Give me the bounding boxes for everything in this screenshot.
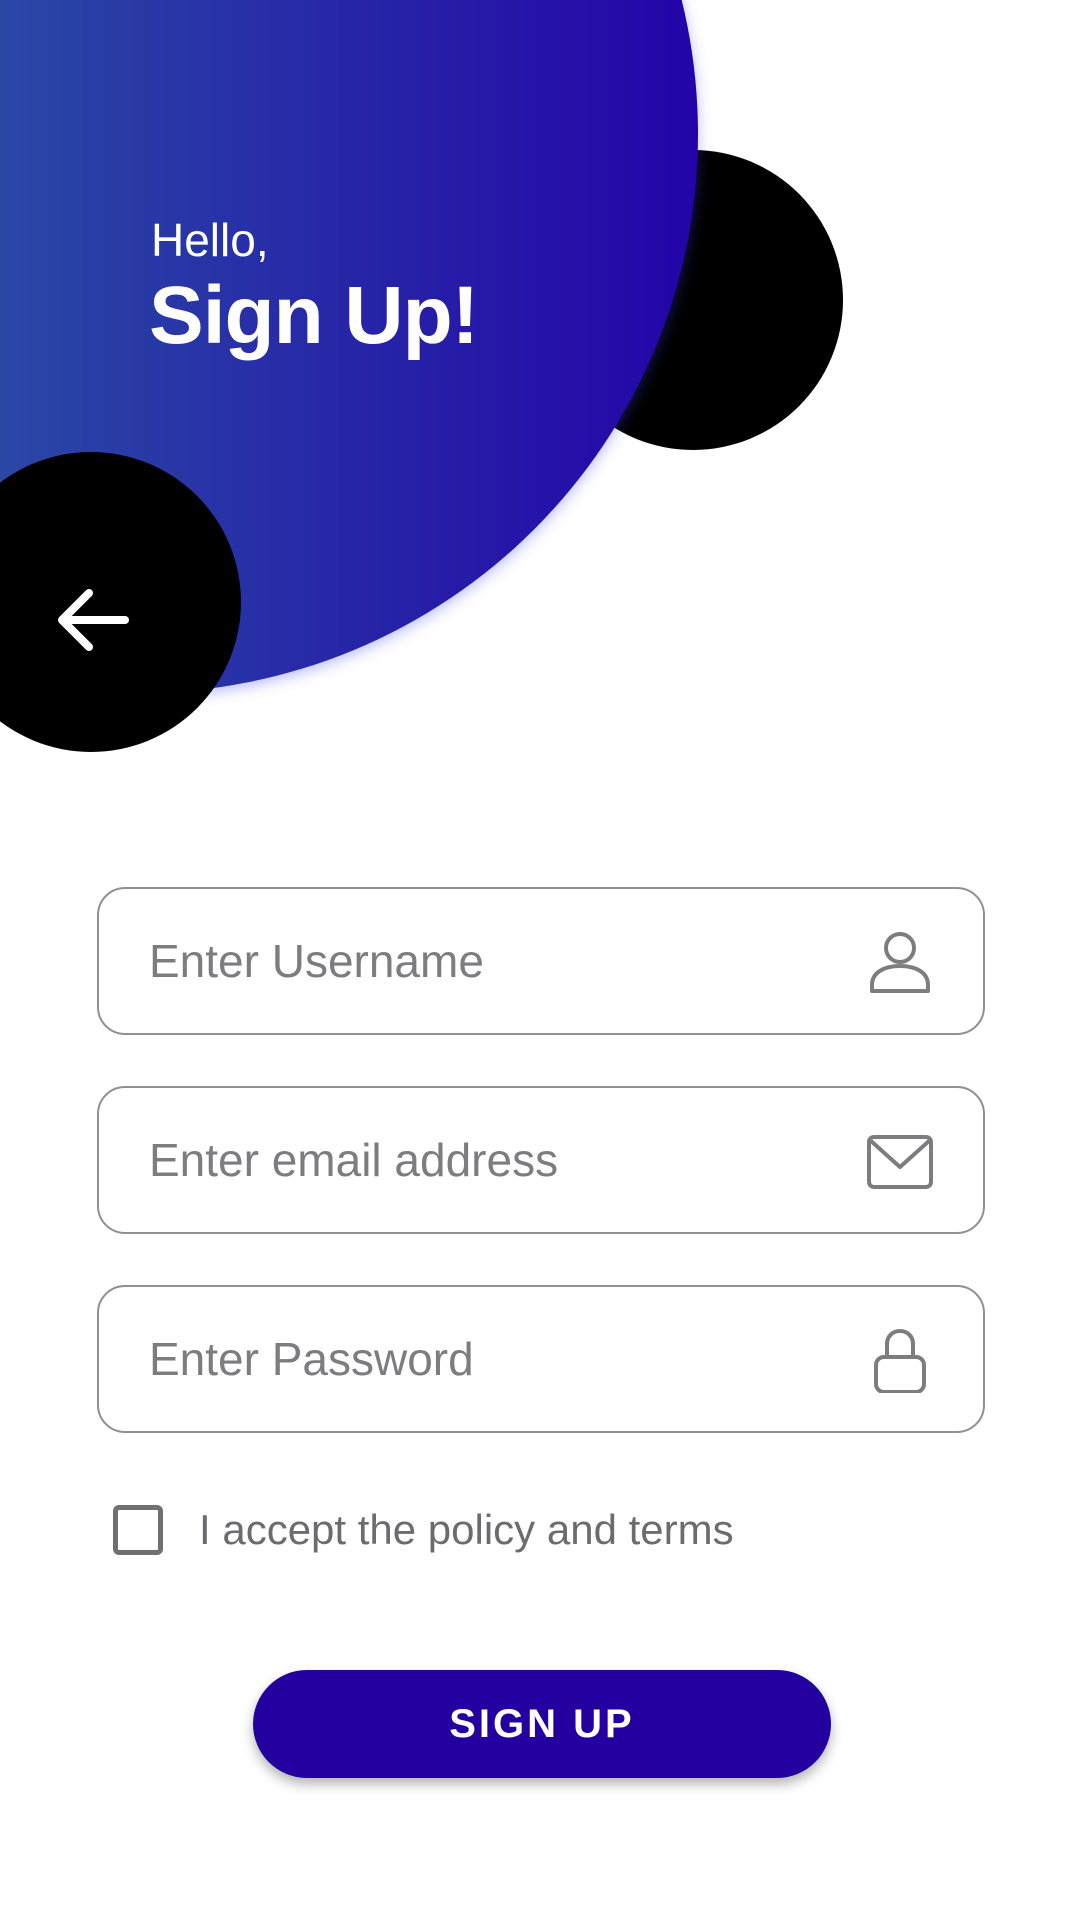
mail-icon: [867, 1135, 933, 1189]
arrow-left-icon[interactable]: [55, 587, 129, 653]
password-input[interactable]: [149, 1287, 849, 1430]
page-title: Sign Up!: [149, 270, 479, 361]
password-field[interactable]: [97, 1285, 985, 1433]
terms-label[interactable]: I accept the policy and terms: [199, 1504, 734, 1556]
email-input[interactable]: [149, 1088, 849, 1231]
email-field[interactable]: [97, 1086, 985, 1234]
username-field[interactable]: [97, 887, 985, 1035]
greeting-text: Hello,: [151, 214, 269, 266]
lock-icon: [874, 1328, 926, 1393]
terms-checkbox[interactable]: [113, 1505, 163, 1555]
signup-screen: Hello, Sign Up! I accept the policy and …: [0, 0, 1080, 1920]
username-input[interactable]: [149, 889, 849, 1032]
sign-up-button[interactable]: SIGN UP: [253, 1670, 831, 1778]
user-icon: [870, 932, 930, 993]
